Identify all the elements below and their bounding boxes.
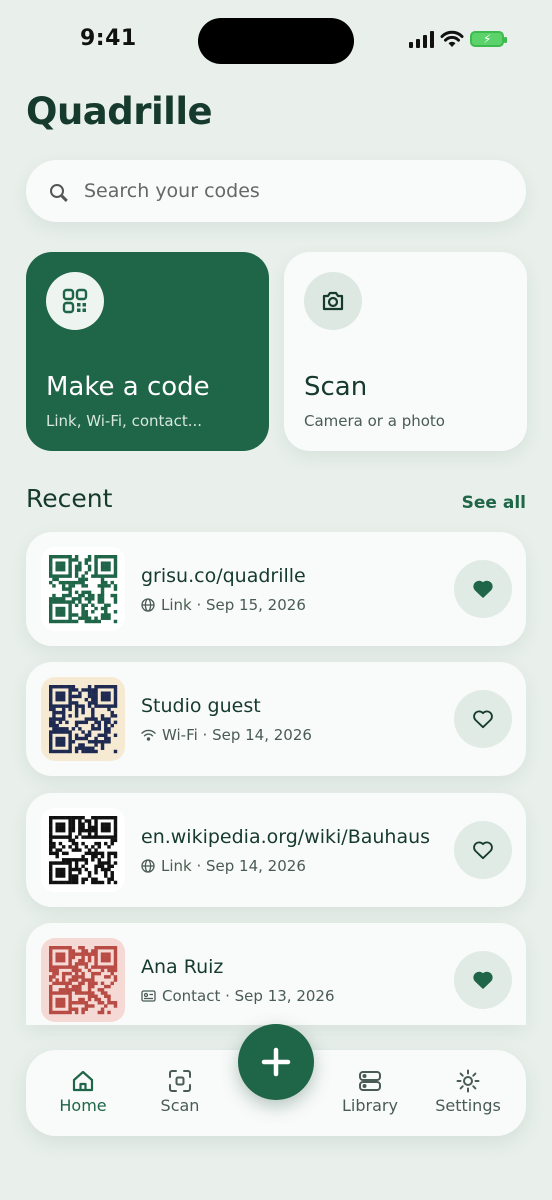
qr-code-graphic: [41, 808, 125, 892]
scan-title: Scan: [304, 372, 368, 402]
camera-icon: [322, 291, 344, 311]
tab-settings-label: Settings: [435, 1096, 501, 1115]
recent-item[interactable]: grisu.co/quadrille Link · Sep 15, 2026: [26, 532, 526, 646]
tab-scan-label: Scan: [160, 1096, 200, 1115]
tab-home-label: Home: [59, 1096, 107, 1115]
recent-item-title: grisu.co/quadrille: [141, 565, 306, 587]
qr-code-graphic: [41, 677, 125, 761]
contact-card-icon: [141, 990, 156, 1002]
make-code-card[interactable]: Make a code Link, Wi-Fi, contact...: [26, 252, 269, 451]
create-fab-button[interactable]: [238, 1024, 314, 1100]
favorite-toggle[interactable]: [454, 951, 512, 1009]
recent-heading: Recent: [26, 484, 113, 513]
library-icon: [359, 1071, 381, 1091]
recent-item[interactable]: en.wikipedia.org/wiki/Bauhaus Link · Sep…: [26, 793, 526, 907]
recent-item-meta-text: Wi-Fi · Sep 14, 2026: [162, 726, 312, 744]
tab-scan[interactable]: Scan: [135, 1066, 225, 1115]
status-time: 9:41: [80, 26, 137, 51]
see-all-link[interactable]: See all: [462, 493, 526, 513]
plus-icon: [261, 1047, 291, 1077]
wifi-icon: [141, 729, 156, 741]
scan-icon-circle: [304, 272, 362, 330]
scan-icon: [169, 1070, 191, 1092]
heart-outline-icon: [473, 841, 493, 860]
qr-thumbnail: [41, 808, 125, 892]
scan-subtitle: Camera or a photo: [304, 412, 445, 430]
recent-item-meta: Contact · Sep 13, 2026: [141, 987, 335, 1005]
favorite-toggle[interactable]: [454, 560, 512, 618]
tab-home[interactable]: Home: [38, 1066, 128, 1115]
tab-settings[interactable]: Settings: [423, 1066, 513, 1115]
make-code-icon-circle: [46, 272, 104, 330]
globe-icon: [141, 598, 155, 612]
wifi-signal-icon: [440, 30, 464, 47]
qr-thumbnail: [41, 547, 125, 631]
recent-item-title: en.wikipedia.org/wiki/Bauhaus: [141, 826, 431, 848]
heart-filled-icon: [473, 971, 493, 989]
search-input[interactable]: [82, 179, 486, 203]
recent-item-meta-text: Link · Sep 15, 2026: [161, 596, 306, 614]
recent-item[interactable]: Studio guest Wi-Fi · Sep 14, 2026: [26, 662, 526, 776]
heart-outline-icon: [473, 710, 493, 729]
recent-item-meta: Wi-Fi · Sep 14, 2026: [141, 726, 312, 744]
system-icons: ⚡: [409, 30, 507, 48]
qr-thumbnail: [41, 938, 125, 1022]
settings-icon: [456, 1069, 480, 1093]
recent-item-meta: Link · Sep 15, 2026: [141, 596, 306, 614]
page-title: Quadrille: [26, 90, 213, 133]
recent-item-meta: Link · Sep 14, 2026: [141, 857, 306, 875]
make-code-title: Make a code: [46, 372, 210, 402]
qr-code-graphic: [41, 938, 125, 1022]
status-bar: 9:41 ⚡: [0, 0, 552, 80]
recent-item-title: Studio guest: [141, 695, 261, 717]
scan-card[interactable]: Scan Camera or a photo: [284, 252, 527, 451]
search-bar[interactable]: [26, 160, 526, 222]
dynamic-island: [198, 18, 354, 64]
recent-item-meta-text: Link · Sep 14, 2026: [161, 857, 306, 875]
tab-library-label: Library: [342, 1096, 398, 1115]
tab-library[interactable]: Library: [325, 1066, 415, 1115]
qr-create-icon: [62, 288, 88, 314]
recent-item[interactable]: Ana Ruiz Contact · Sep 13, 2026: [26, 923, 526, 1025]
recent-item-title: Ana Ruiz: [141, 956, 224, 978]
heart-filled-icon: [473, 580, 493, 598]
globe-icon: [141, 859, 155, 873]
favorite-toggle[interactable]: [454, 690, 512, 748]
battery-charging-icon: ⚡: [470, 31, 507, 47]
make-code-subtitle: Link, Wi-Fi, contact...: [46, 412, 203, 430]
home-icon: [72, 1070, 94, 1092]
search-icon: [50, 184, 64, 198]
cellular-signal-icon: [409, 30, 434, 48]
recent-item-meta-text: Contact · Sep 13, 2026: [162, 987, 335, 1005]
favorite-toggle[interactable]: [454, 821, 512, 879]
qr-code-graphic: [41, 547, 125, 631]
qr-thumbnail: [41, 677, 125, 761]
